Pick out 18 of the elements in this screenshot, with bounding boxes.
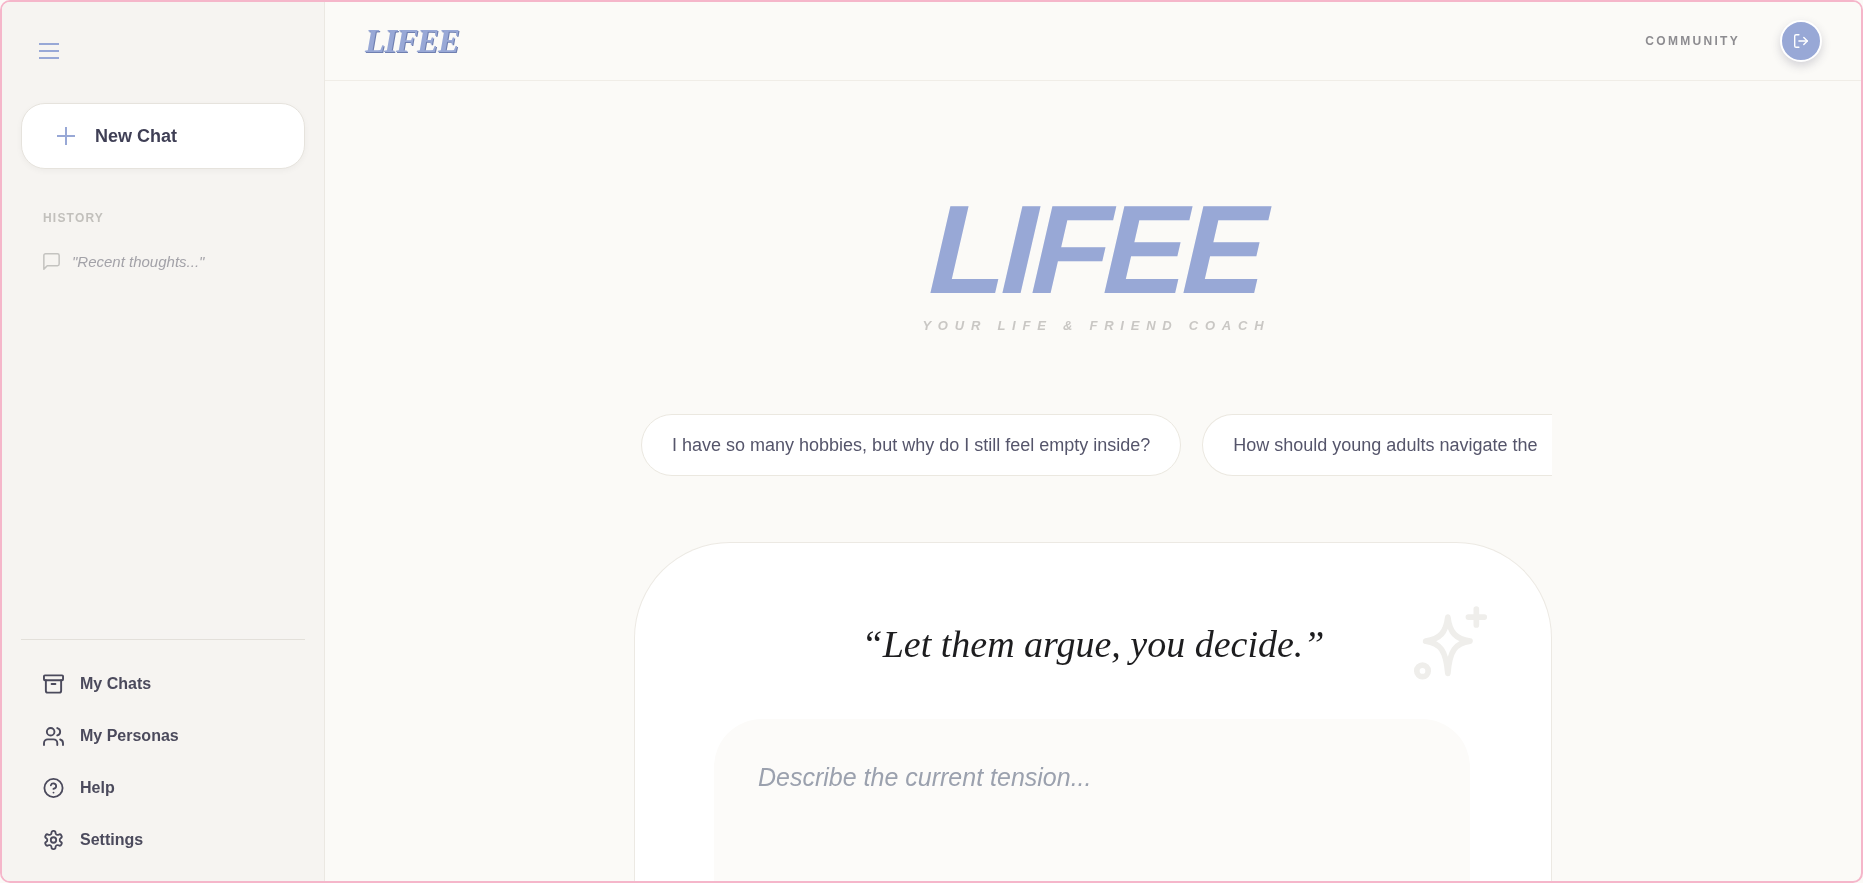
suggestion-chip[interactable]: How should young adults navigate the <box>1202 414 1552 476</box>
nav-item[interactable]: My Chats <box>21 662 305 706</box>
menu-icon <box>39 43 59 59</box>
nav-item[interactable]: Help <box>21 766 305 810</box>
nav-item[interactable]: My Personas <box>21 714 305 758</box>
new-chat-button[interactable]: New Chat <box>21 103 305 169</box>
quote-text: “Let them argue, you decide.” <box>860 622 1326 666</box>
settings-icon <box>43 830 64 850</box>
nav-item[interactable]: Settings <box>21 818 305 862</box>
archive-icon <box>43 674 64 694</box>
plus-icon <box>57 127 75 145</box>
help-icon <box>43 778 64 798</box>
hero-logo: LIFEE <box>914 187 1282 313</box>
suggestion-chip[interactable]: I have so many hobbies, but why do I still feel empty inside? <box>641 414 1182 476</box>
message-field[interactable]: Describe the current tension... <box>714 719 1470 881</box>
logout-button[interactable] <box>1780 20 1822 62</box>
users-icon <box>43 726 64 746</box>
chat-bubble-icon <box>43 253 60 270</box>
